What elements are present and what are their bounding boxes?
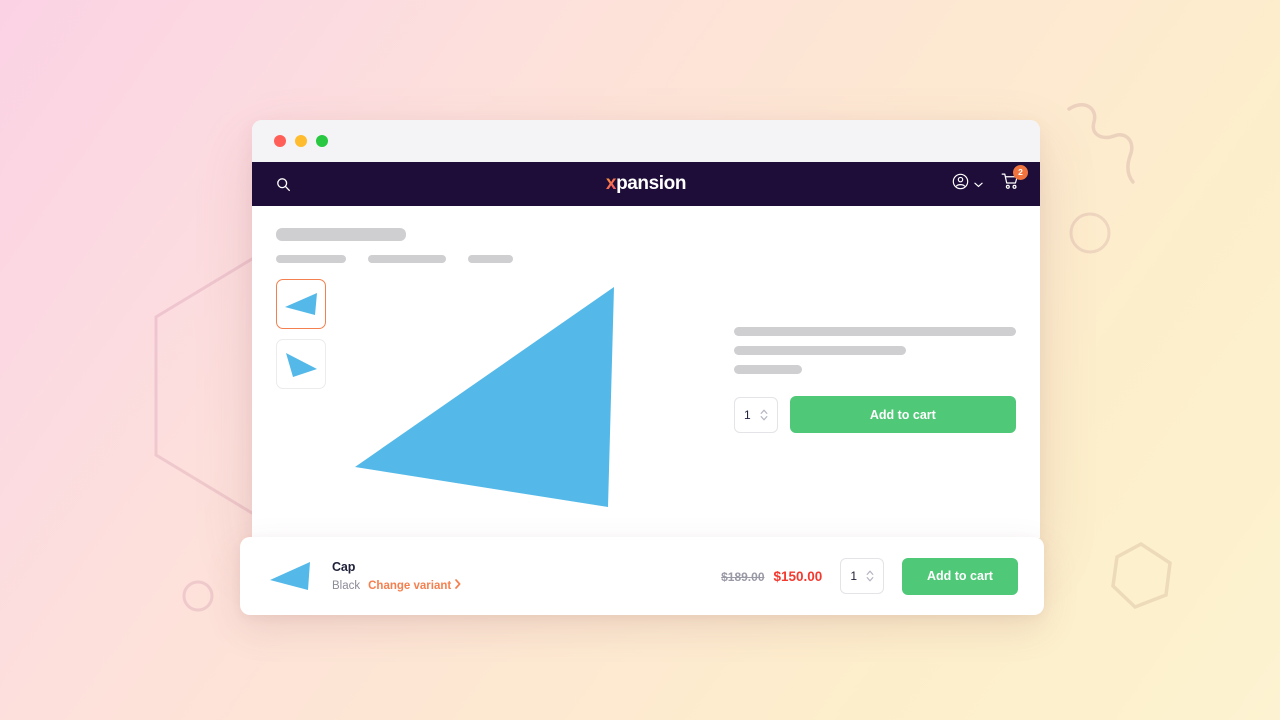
cart-count-badge: 2 [1013, 165, 1028, 180]
sticky-product-info: Cap Black Change variant [332, 560, 461, 592]
variant-name: Black [332, 579, 361, 592]
decor-circle-small-left [181, 579, 215, 613]
stepper-arrows-icon[interactable] [760, 408, 768, 422]
thumbnail-1[interactable] [276, 279, 326, 329]
sticky-purchase-controls: $189.00 $150.00 1 Add to cart [721, 557, 1018, 595]
product-triangle-icon [285, 293, 317, 315]
product-triangle-icon [286, 353, 317, 377]
sticky-variant-row: Black Change variant [332, 579, 461, 592]
browser-window: xpansion 2 1 Add to cart [252, 120, 1040, 538]
quantity-stepper[interactable]: 1 [734, 396, 778, 433]
product-triangle-icon [270, 562, 310, 590]
purchase-panel: 1 Add to cart [734, 279, 1016, 519]
window-minimize-button[interactable] [295, 135, 307, 147]
stepper-arrows-icon[interactable] [866, 569, 874, 583]
sticky-product-title: Cap [332, 560, 356, 574]
decor-circle-right [1068, 211, 1112, 255]
navbar-actions: 2 [952, 165, 1028, 196]
product-page-body: 1 Add to cart [252, 206, 1040, 538]
chevron-down-icon [974, 175, 983, 193]
window-maximize-button[interactable] [316, 135, 328, 147]
decor-hexagon-small [1109, 541, 1181, 613]
title-placeholder [276, 228, 1016, 241]
site-navbar: xpansion 2 [252, 162, 1040, 206]
page-background: xpansion 2 1 Add to cart Cap Black Chang… [0, 0, 1280, 720]
product-area: 1 Add to cart [276, 279, 1016, 519]
browser-titlebar [252, 120, 1040, 162]
shopping-cart-icon [1001, 173, 1020, 195]
thumbnail-2[interactable] [276, 339, 326, 389]
hero-product-image[interactable] [328, 279, 722, 519]
brand-rest: pansion [616, 173, 687, 194]
sticky-product-thumbnail[interactable] [262, 559, 318, 593]
brand-logo: xpansion [252, 173, 1040, 195]
price-sale: $150.00 [773, 568, 823, 584]
search-icon[interactable] [272, 173, 294, 195]
meta-placeholders [276, 255, 1016, 263]
cart-button[interactable]: 2 [1001, 165, 1028, 196]
account-menu[interactable] [952, 173, 983, 195]
price-original: $189.00 [721, 569, 765, 584]
add-to-cart-button[interactable]: Add to cart [789, 396, 1016, 433]
change-variant-label: Change variant [368, 579, 452, 592]
decor-squiggle [1066, 98, 1156, 188]
chevron-right-icon [455, 579, 461, 592]
sticky-quantity-stepper[interactable]: 1 [840, 558, 884, 594]
sticky-purchase-bar: Cap Black Change variant $189.00 $150.00 [240, 537, 1044, 615]
purchase-row: 1 Add to cart [734, 396, 1016, 433]
sticky-add-to-cart-button[interactable]: Add to cart [902, 557, 1018, 595]
change-variant-link[interactable]: Change variant [368, 579, 461, 592]
window-close-button[interactable] [274, 135, 286, 147]
user-circle-icon [952, 173, 969, 195]
sticky-quantity-value: 1 [850, 569, 857, 583]
quantity-value: 1 [744, 407, 751, 422]
thumbnail-list [276, 279, 328, 519]
description-placeholders [734, 327, 1016, 374]
brand-accent-letter: x [605, 173, 617, 194]
price-block: $189.00 $150.00 [721, 569, 822, 584]
